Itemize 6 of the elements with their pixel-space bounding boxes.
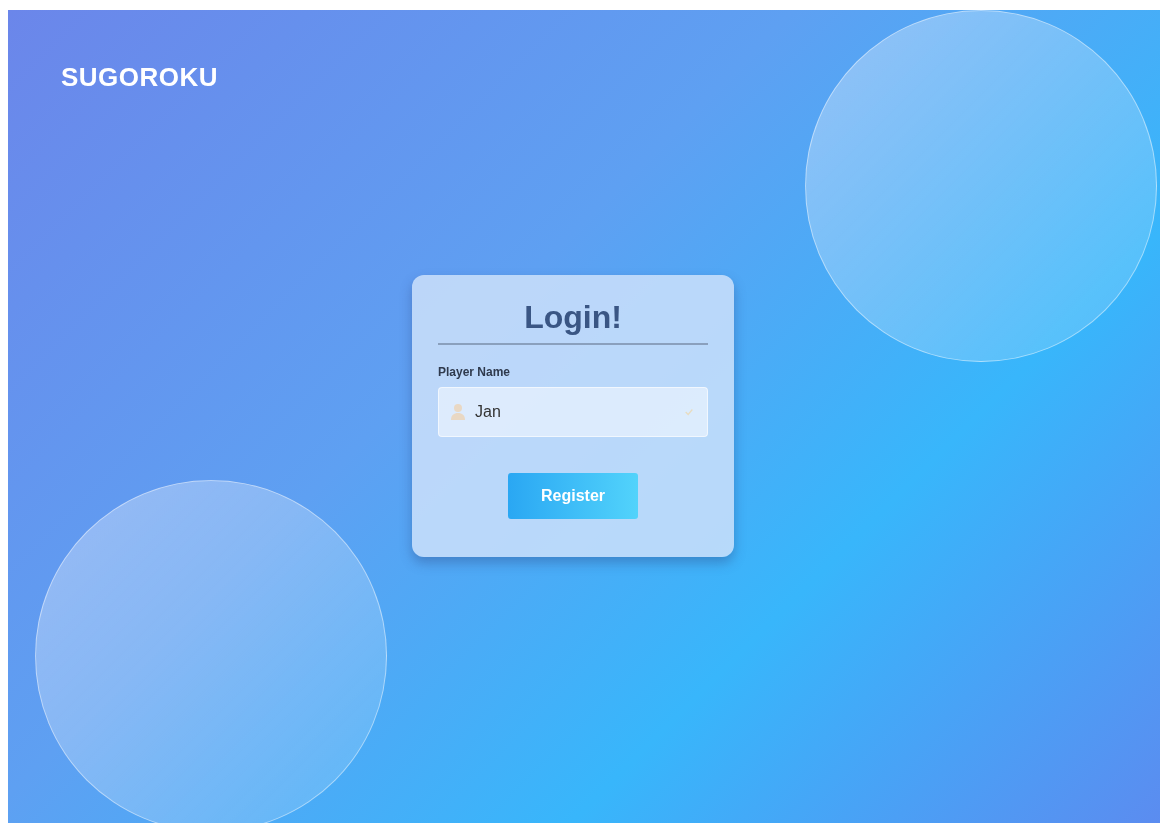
user-icon bbox=[450, 403, 466, 421]
name-field[interactable]: Jan bbox=[438, 387, 708, 437]
logo-text: SUGOROKU bbox=[61, 62, 219, 93]
field-label: Player Name bbox=[438, 365, 512, 379]
card-title: Login! bbox=[523, 298, 623, 337]
check-icon bbox=[684, 407, 694, 417]
